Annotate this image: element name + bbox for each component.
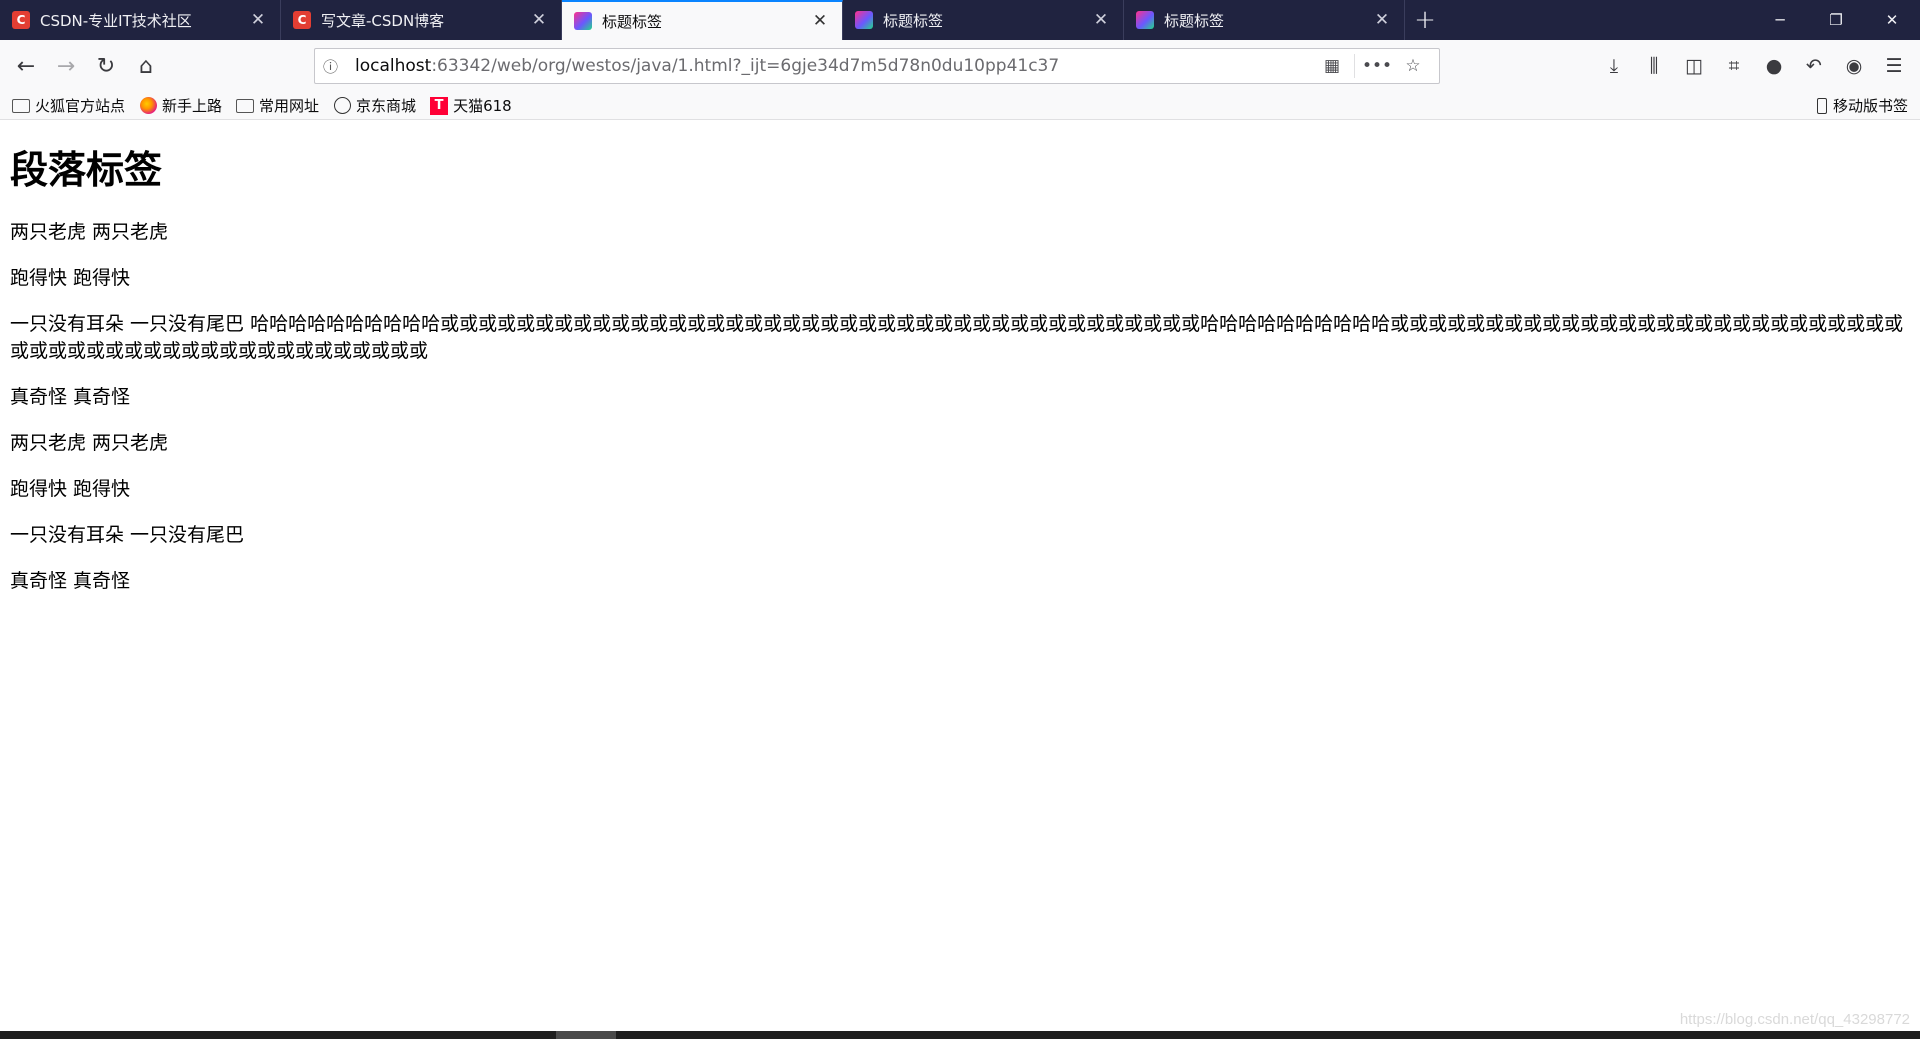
- url-bar[interactable]: ⓘ localhost:63342/web/org/westos/java/1.…: [314, 48, 1440, 84]
- tab-csdn-write[interactable]: C 写文章-CSDN博客 ✕: [281, 0, 562, 40]
- download-icon[interactable]: ⤓: [1594, 46, 1634, 86]
- folder-icon: [236, 98, 255, 114]
- watermark: https://blog.csdn.net/qq_43298772: [1679, 1011, 1910, 1028]
- bookmarks-bar: 火狐官方站点 新手上路 常用网址 京东商城 T 天猫618 移动版书签: [0, 92, 1920, 120]
- csdn-logo-icon: C: [12, 11, 30, 29]
- paragraph: 真奇怪 真奇怪: [10, 570, 131, 592]
- url-host: localhost: [355, 56, 432, 76]
- paragraph: 两只老虎 两只老虎: [10, 432, 169, 454]
- page-content: 段落标签 两只老虎 两只老虎 跑得快 跑得快 一只没有耳朵 一只没有尾巴 哈哈哈…: [10, 121, 1910, 614]
- qr-code-icon[interactable]: ▦: [1314, 56, 1350, 76]
- mobile-bookmarks-label: 移动版书签: [1832, 97, 1908, 115]
- bookmark-label: 天猫618: [453, 97, 512, 115]
- tab-title: CSDN-专业IT技术社区: [40, 11, 192, 30]
- account-icon[interactable]: ◉: [1834, 46, 1874, 86]
- tab-title: 标题标签: [602, 12, 663, 31]
- toolbar-right: ⤓ ⫼ ◫ ⌗ ● ↶ ◉ ☰: [1594, 46, 1914, 86]
- bookmark-label: 火狐官方站点: [35, 97, 126, 115]
- bookmark-star-icon[interactable]: ☆: [1395, 56, 1431, 76]
- intellij-icon: [855, 11, 873, 29]
- undo-icon[interactable]: ↶: [1794, 46, 1834, 86]
- menu-icon[interactable]: ☰: [1874, 46, 1914, 86]
- bookmark-firefox-official[interactable]: 火狐官方站点: [12, 95, 125, 116]
- tab-title: 标题标签: [1164, 11, 1225, 30]
- bookmark-common-sites[interactable]: 常用网址: [236, 95, 319, 116]
- taskbar: [0, 1031, 1920, 1039]
- bookmark-jd[interactable]: 京东商城: [333, 95, 416, 116]
- close-icon[interactable]: ✕: [529, 10, 549, 30]
- url-divider: [1354, 54, 1355, 78]
- tab-strip: C CSDN-专业IT技术社区 ✕ C 写文章-CSDN博客 ✕ 标题标签 ✕ …: [0, 0, 1920, 40]
- tmall-icon: T: [430, 96, 449, 115]
- minimize-button[interactable]: ─: [1752, 0, 1808, 40]
- window-controls: ─ ❐ ✕: [1752, 0, 1920, 40]
- csdn-logo-icon: C: [293, 11, 311, 29]
- paragraph: 两只老虎 两只老虎: [10, 221, 169, 243]
- close-window-button[interactable]: ✕: [1864, 0, 1920, 40]
- screenshot-icon[interactable]: ⌗: [1714, 46, 1754, 86]
- forward-button[interactable]: →: [46, 46, 86, 86]
- sidebar-icon[interactable]: ◫: [1674, 46, 1714, 86]
- taskbar-item[interactable]: [556, 1031, 616, 1039]
- bookmark-tmall[interactable]: T 天猫618: [430, 95, 512, 116]
- intellij-icon: [1136, 11, 1154, 29]
- home-button[interactable]: ⌂: [126, 46, 166, 86]
- close-icon[interactable]: ✕: [1372, 10, 1392, 30]
- tab-title: 写文章-CSDN博客: [321, 11, 445, 30]
- library-icon[interactable]: ⫼: [1634, 46, 1674, 86]
- paragraph: 一只没有耳朵 一只没有尾巴: [10, 524, 245, 546]
- close-icon[interactable]: ✕: [248, 10, 268, 30]
- close-icon[interactable]: ✕: [1091, 10, 1111, 30]
- url-text[interactable]: localhost:63342/web/org/westos/java/1.ht…: [355, 56, 1314, 76]
- paragraph: 一只没有耳朵 一只没有尾巴 哈哈哈哈哈哈哈哈哈哈或或或或或或或或或或或或或或或或…: [10, 313, 1904, 362]
- bookmark-getting-started[interactable]: 新手上路: [139, 95, 222, 116]
- chat-icon[interactable]: ●: [1754, 46, 1794, 86]
- paragraph: 真奇怪 真奇怪: [10, 386, 131, 408]
- new-tab-button[interactable]: +: [1405, 0, 1445, 40]
- page-actions-icon[interactable]: •••: [1359, 56, 1395, 76]
- bookmark-label: 新手上路: [162, 97, 223, 115]
- folder-icon: [12, 98, 30, 114]
- info-icon[interactable]: ⓘ: [323, 56, 349, 77]
- bookmark-label: 常用网址: [259, 97, 320, 115]
- url-path: :63342/web/org/westos/java/1.html?_ijt=6…: [431, 56, 1060, 76]
- phone-icon: [1816, 97, 1828, 114]
- mobile-bookmarks[interactable]: 移动版书签: [1816, 95, 1908, 116]
- reload-button[interactable]: ↻: [86, 46, 126, 86]
- back-button[interactable]: ←: [6, 46, 46, 86]
- globe-icon: [333, 97, 351, 114]
- navigation-toolbar: ← → ↻ ⌂ ⓘ localhost:63342/web/org/westos…: [0, 40, 1920, 92]
- bookmark-label: 京东商城: [356, 97, 417, 115]
- intellij-icon: [574, 12, 592, 30]
- tab-csdn-home[interactable]: C CSDN-专业IT技术社区 ✕: [0, 0, 281, 40]
- close-icon[interactable]: ✕: [810, 11, 830, 31]
- firefox-icon: [139, 97, 157, 114]
- tab-active-heading-tags[interactable]: 标题标签 ✕: [562, 0, 843, 40]
- restore-button[interactable]: ❐: [1808, 0, 1864, 40]
- paragraph: 跑得快 跑得快: [10, 478, 131, 500]
- page-heading: 段落标签: [10, 148, 163, 192]
- tab-title: 标题标签: [883, 11, 944, 30]
- tab-heading-tags-3[interactable]: 标题标签 ✕: [1124, 0, 1405, 40]
- tab-heading-tags-2[interactable]: 标题标签 ✕: [843, 0, 1124, 40]
- paragraph: 跑得快 跑得快: [10, 267, 131, 289]
